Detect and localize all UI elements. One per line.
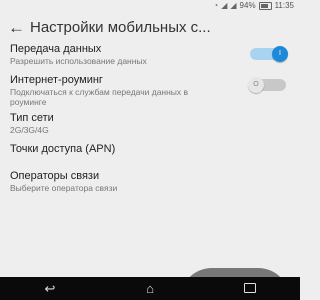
wifi-icon: ◔ [213,0,219,10]
toggle-knob: O [248,77,264,93]
setting-subtitle: Выберите оператора связи [10,183,118,193]
nav-bar: ↩ ⌂ [0,277,300,300]
data-transfer-toggle[interactable]: I [250,46,288,62]
toggle-knob: I [272,46,288,62]
page-title: Настройки мобильных с... [30,18,211,36]
battery-icon [258,1,272,10]
back-arrow-icon[interactable]: ← [8,19,30,36]
app-bar: ← Настройки мобильных с... [0,11,300,43]
signal-icon: ◢ [221,0,228,10]
setting-title: Тип сети [10,112,54,124]
settings-list: Передача данных Разрешить использование … [0,43,300,197]
setting-subtitle: 2G/3G/4G [10,125,49,135]
recent-apps-icon[interactable] [220,277,280,300]
home-icon[interactable]: ⌂ [120,277,180,300]
setting-network-type[interactable]: Тип сети 2G/3G/4G [0,109,300,141]
setting-internet-roaming[interactable]: Интернет-роуминг Подключаться к службам … [0,73,300,109]
setting-subtitle: Подключаться к службам передачи данных в… [10,87,189,107]
setting-carriers[interactable]: Операторы связи Выберите оператора связи [0,167,300,197]
back-icon[interactable]: ↩ [20,277,80,300]
internet-roaming-toggle[interactable]: O [248,77,286,93]
setting-data-transfer[interactable]: Передача данных Разрешить использование … [0,43,300,73]
setting-title: Операторы связи [10,170,100,182]
clock: 11:35 [274,1,294,10]
setting-apn[interactable]: Точки доступа (APN) [0,141,300,167]
battery-percent: 94% [239,1,256,10]
setting-title: Точки доступа (APN) [10,143,116,155]
signal-icon-2: ◢ [230,0,237,10]
status-bar: ◔ ◢ ◢ 94% 11:35 [0,0,300,11]
